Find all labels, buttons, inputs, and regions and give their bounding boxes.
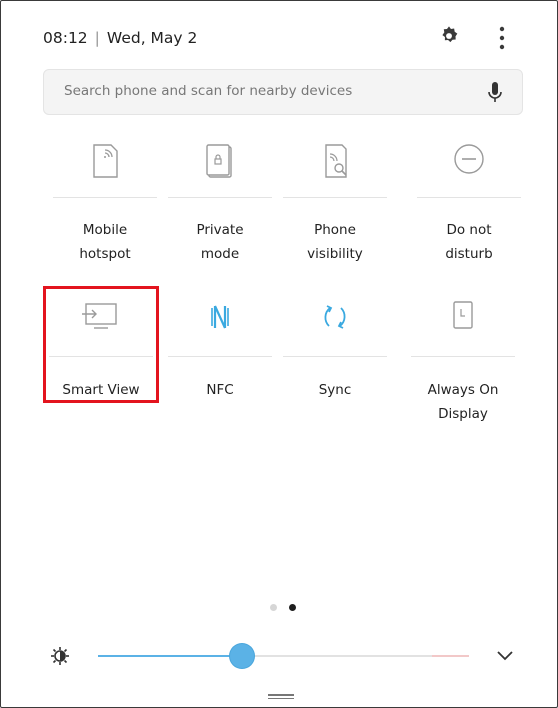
- more-vertical-icon[interactable]: [491, 25, 513, 51]
- brightness-track-filled[interactable]: [98, 655, 242, 657]
- sync-icon: [324, 305, 346, 329]
- page-indicator-dot-1[interactable]: [270, 604, 277, 611]
- page-indicator-dot-2[interactable]: [289, 604, 296, 611]
- tile-label: Always On Display: [427, 382, 499, 422]
- phone-visibility-icon: [325, 144, 347, 178]
- status-separator: |: [94, 29, 100, 47]
- private-mode-icon: [206, 144, 232, 178]
- brightness-icon: [51, 647, 69, 665]
- status-date: Wed, May 2: [106, 29, 198, 47]
- brightness-track-empty[interactable]: [242, 655, 432, 657]
- tile-divider: [168, 197, 272, 198]
- quick-settings-panel: 08:12 | Wed, May 2 Search phone and scan f…: [0, 0, 558, 708]
- tile-label: Phone visibility: [307, 222, 363, 262]
- brightness-slider-thumb[interactable]: [230, 644, 254, 668]
- tile-label: Mobile hotspot: [79, 222, 131, 262]
- tile-divider: [283, 356, 387, 357]
- search-bar[interactable]: Search phone and scan for nearby devices: [43, 69, 523, 115]
- brightness-track-outdoor[interactable]: [432, 655, 469, 657]
- tile-divider: [283, 197, 387, 198]
- tile-divider: [411, 356, 515, 357]
- tile-divider: [168, 356, 272, 357]
- tile-label: Do not disturb: [445, 222, 493, 262]
- always-on-display-icon: [453, 301, 473, 329]
- mobile-hotspot-icon: [93, 144, 118, 178]
- chevron-down-icon[interactable]: [495, 647, 515, 663]
- search-placeholder: Search phone and scan for nearby devices: [64, 83, 353, 99]
- tile-label: NFC: [206, 382, 234, 398]
- smart-view-highlight-box: [43, 286, 159, 403]
- mic-icon[interactable]: [486, 81, 504, 105]
- tile-label: Sync: [318, 382, 352, 398]
- gear-icon[interactable]: [438, 25, 460, 47]
- tile-divider: [417, 197, 521, 198]
- tile-divider: [53, 197, 157, 198]
- status-time: 08:12: [43, 29, 88, 47]
- status-datetime: 08:12 | Wed, May 2: [43, 29, 197, 47]
- drag-handle[interactable]: [268, 694, 294, 700]
- nfc-icon: [211, 305, 229, 329]
- tile-label: Private mode: [196, 222, 244, 262]
- do-not-disturb-icon: [454, 144, 484, 174]
